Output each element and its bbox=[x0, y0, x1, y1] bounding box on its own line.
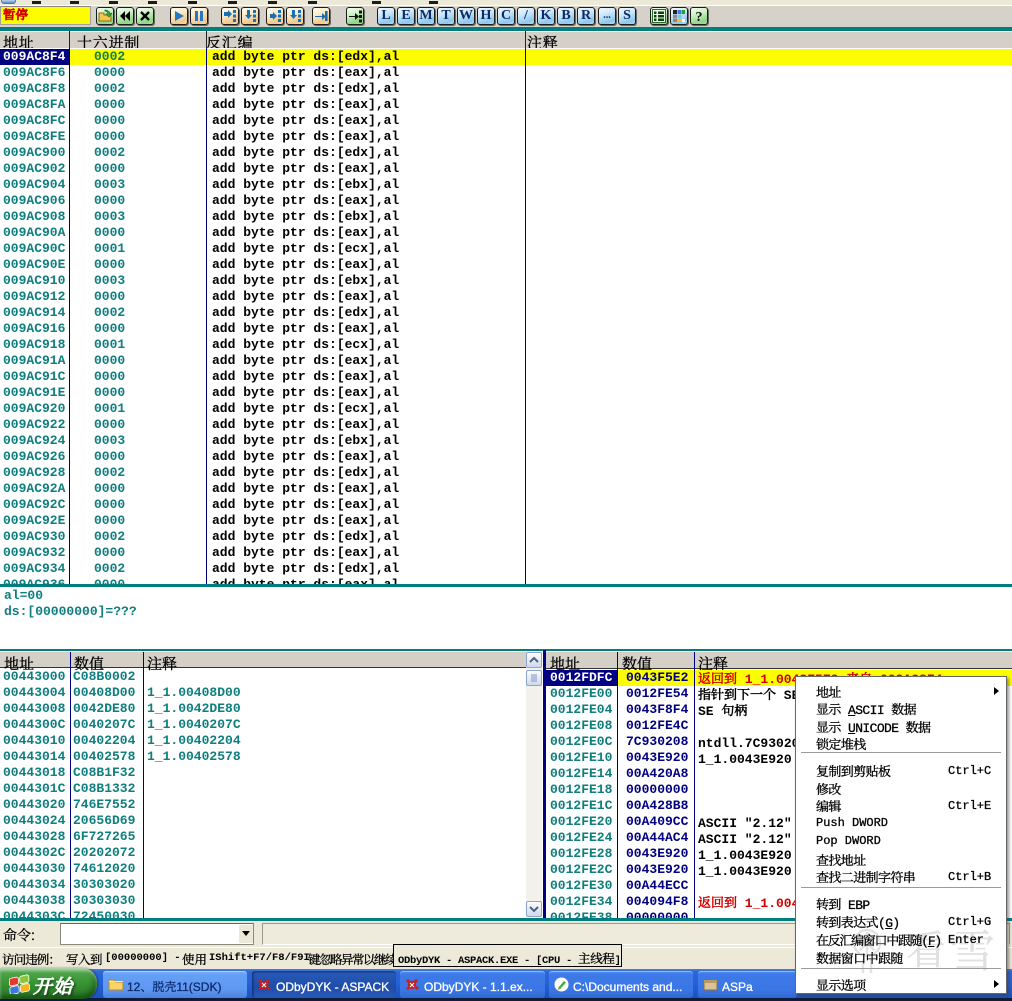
svg-text:?: ? bbox=[696, 10, 703, 24]
